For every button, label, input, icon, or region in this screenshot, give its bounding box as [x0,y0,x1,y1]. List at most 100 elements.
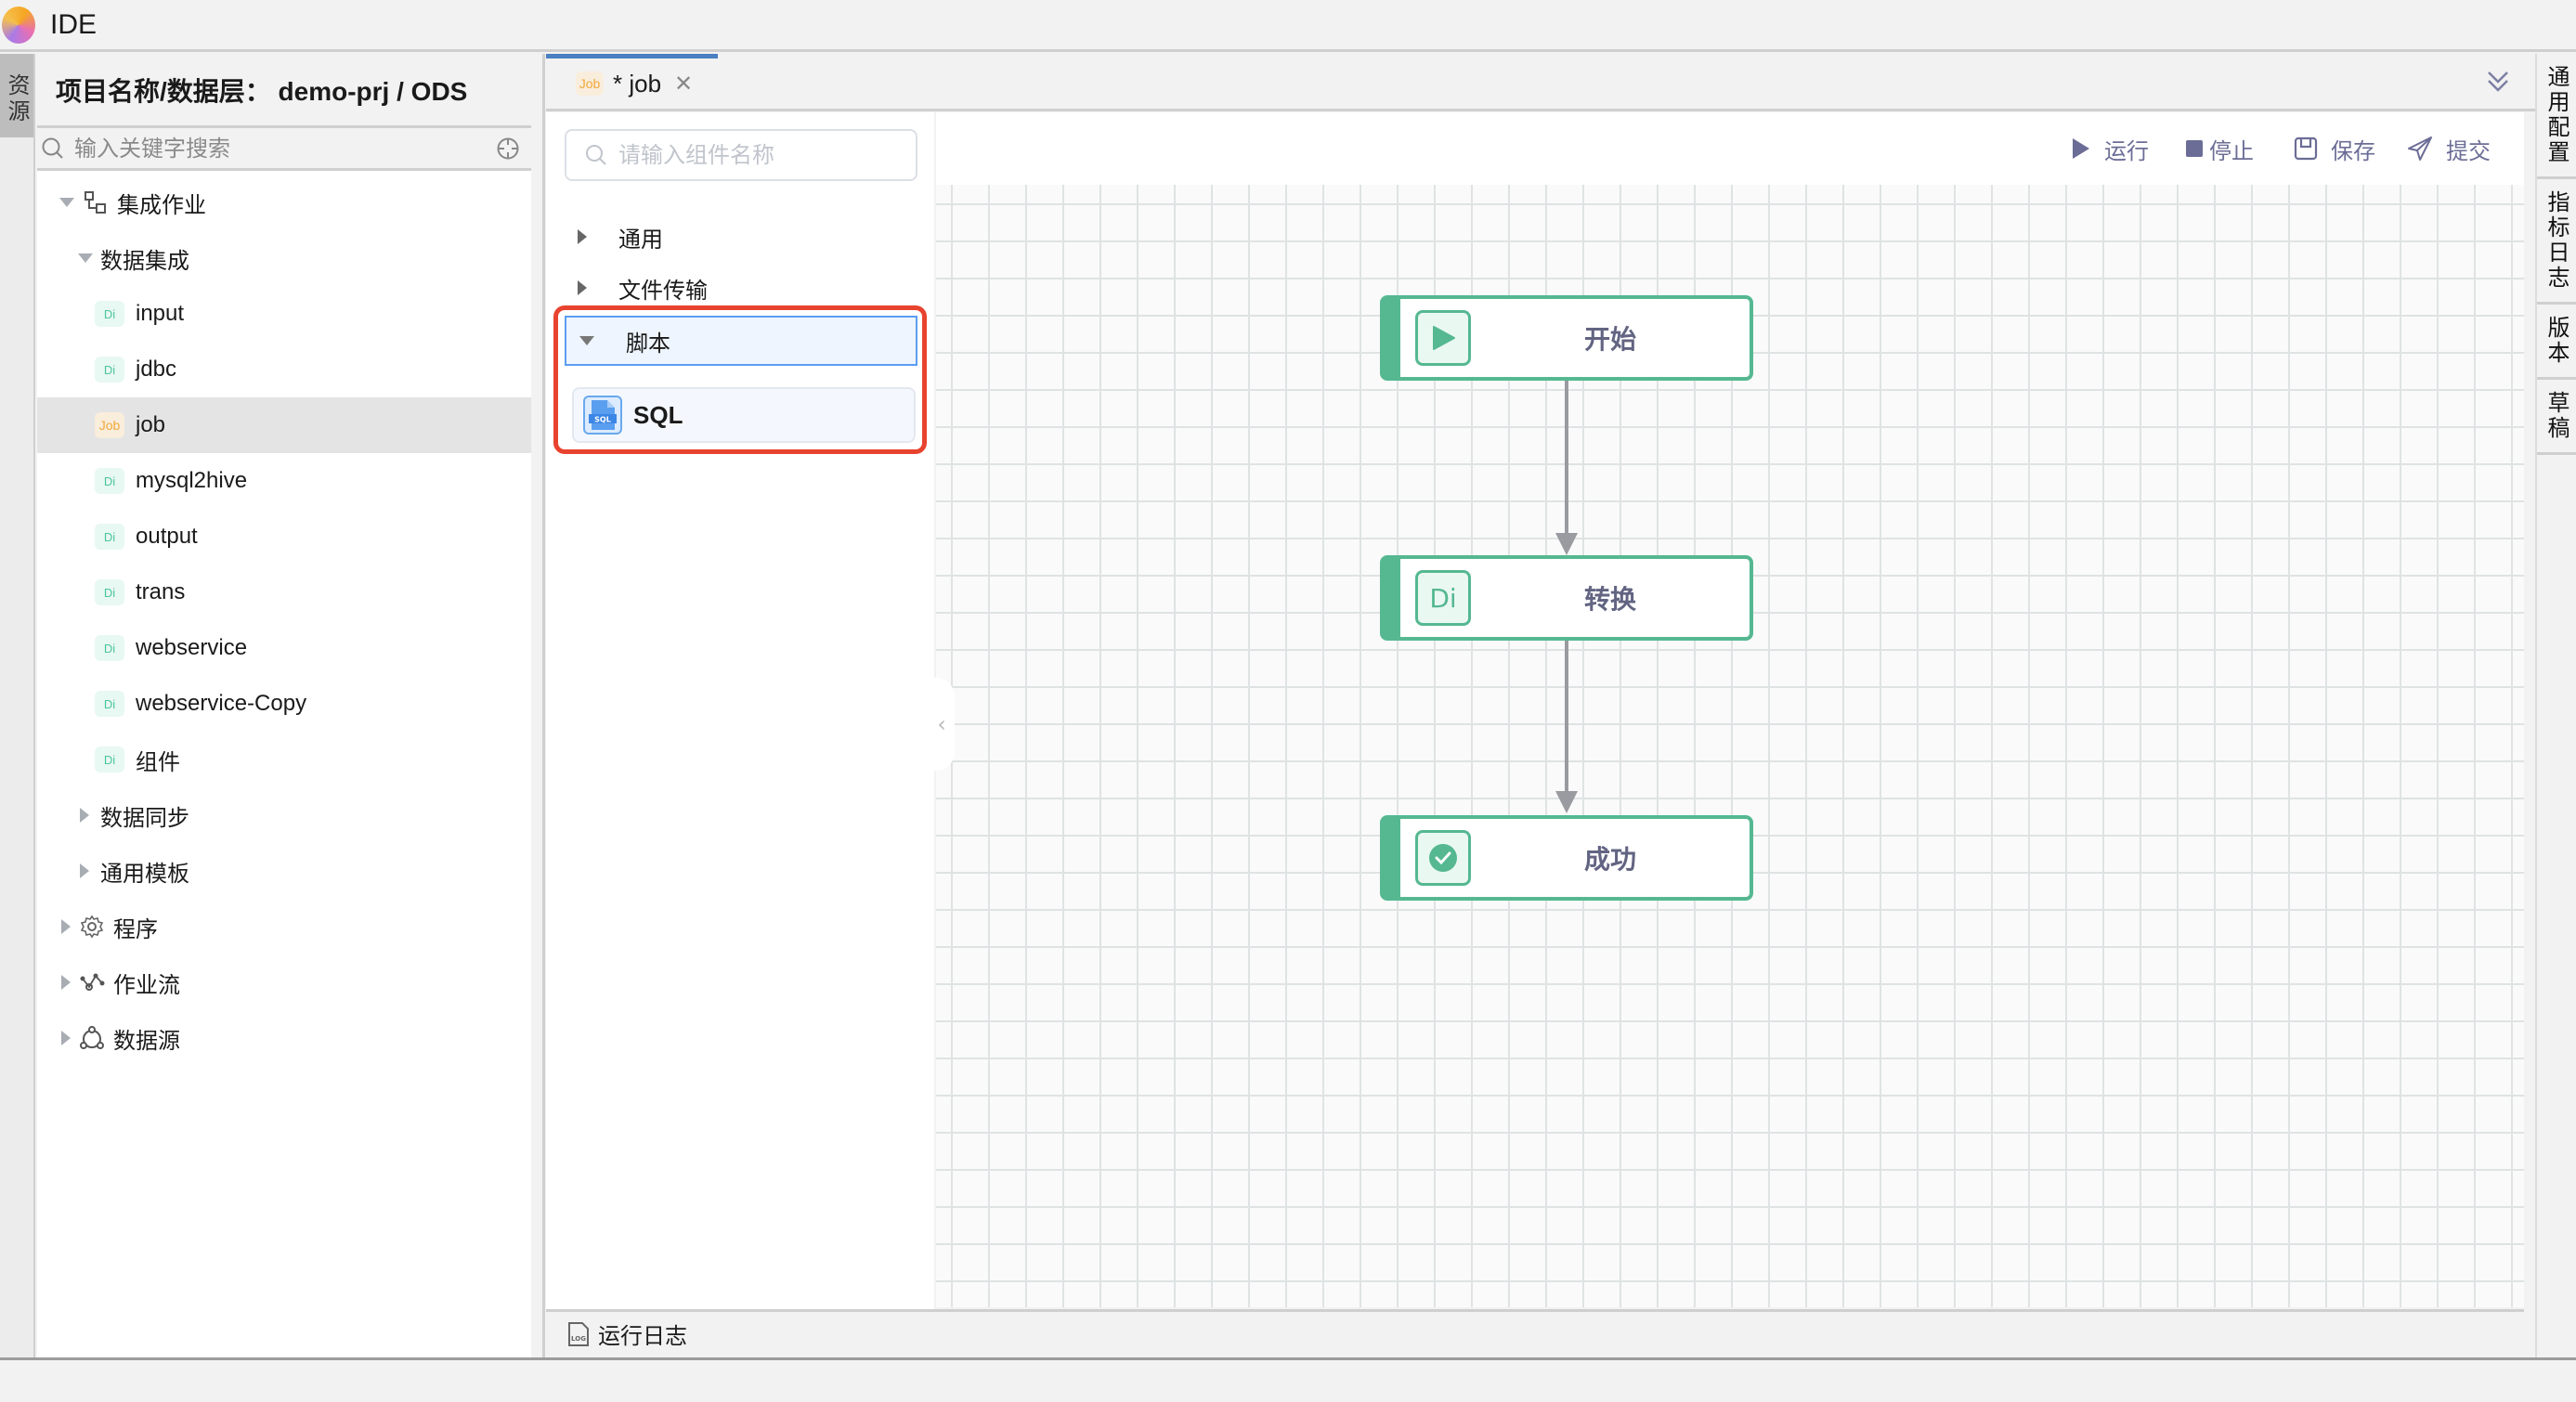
collapse-panel-handle[interactable]: ‹ [929,678,955,771]
editor-tab-bar: Job * job ✕ [546,54,2535,111]
check-circle-icon [1415,830,1471,886]
tree-item-label: 集成作业 [117,192,206,218]
tree-item-component[interactable]: Di 组件 [37,732,531,787]
node-icon-text: Di [1429,582,1457,614]
canvas-toolbar: 运行 停止 保存 提交 [936,112,2524,185]
save-label: 保存 [2331,137,2375,164]
flow-node-success[interactable]: 成功 [1380,815,1753,901]
category-script[interactable]: 脚本 [565,316,917,366]
tree-search-input[interactable] [65,135,496,162]
flow-edge[interactable] [1565,381,1568,539]
workflow-icon [78,968,106,996]
tab-resources[interactable]: 资源 [0,54,33,137]
stop-button[interactable]: 停止 [2185,133,2254,164]
component-search-input[interactable] [618,142,916,168]
category-general[interactable]: 通用 [565,212,917,262]
submit-button[interactable]: 提交 [2407,133,2491,164]
job-badge-icon: Job [95,412,124,438]
flow-edge[interactable] [1565,641,1568,797]
tree-item-integration-jobs[interactable]: 集成作业 [37,175,531,230]
tree-item-label: webservice-Copy [136,691,307,716]
tab-version[interactable]: 版本 [2537,305,2576,380]
caret-right-icon[interactable] [80,863,89,878]
tree-item-jdbc[interactable]: Di jdbc [37,342,531,397]
tree-item-common-templates[interactable]: 通用模板 [37,843,531,899]
node-label: 开始 [1583,324,1636,355]
caret-down-icon[interactable] [78,253,93,263]
run-log-bar[interactable]: LOG 运行日志 [546,1309,2524,1356]
play-icon [1415,310,1471,366]
tree-search-bar [37,128,531,171]
flow-node-start[interactable]: 开始 [1380,295,1753,381]
search-icon [586,145,606,165]
workspace-divider[interactable] [542,54,545,1357]
di-badge-icon: Di [95,579,124,605]
app-logo-icon [2,6,35,44]
tab-general-config[interactable]: 通用配置 [2537,54,2576,179]
tree-item-label: 组件 [136,749,180,775]
caret-right-icon[interactable] [578,229,587,244]
tree-item-datasources[interactable]: 数据源 [37,1010,531,1066]
caret-down-icon[interactable] [579,336,594,345]
job-badge-icon: Job [576,71,604,96]
caret-down-icon[interactable] [59,198,74,207]
tree-item-trans[interactable]: Di trans [37,565,531,620]
send-icon [2408,136,2432,161]
integration-job-icon [82,188,110,216]
component-sql[interactable]: SQL SQL [572,387,916,443]
caret-right-icon[interactable] [61,919,71,934]
save-icon [2294,136,2318,161]
save-button[interactable]: 保存 [2294,133,2375,164]
tree-item-output[interactable]: Di output [37,509,531,565]
run-button[interactable]: 运行 [2071,133,2149,164]
di-icon: Di [1415,570,1471,626]
sql-file-icon: SQL [583,396,622,435]
tree-item-data-sync[interactable]: 数据同步 [37,787,531,843]
tree-item-data-integration[interactable]: 数据集成 [37,230,531,286]
tree-item-mysql2hive[interactable]: Di mysql2hive [37,453,531,509]
tab-job[interactable]: Job * job ✕ [576,67,693,100]
tab-draft[interactable]: 草稿 [2537,380,2576,455]
tree-item-label: 程序 [113,916,158,942]
submit-label: 提交 [2446,137,2491,164]
right-tab-strip: 通用配置 指标日志 版本 草稿 [2535,54,2576,1357]
canvas-gutter [2524,112,2535,1309]
chevron-left-icon: ‹ [937,711,946,737]
tree-item-label: 数据同步 [100,805,189,831]
node-label: 成功 [1583,844,1636,875]
left-tab-strip: 资源 [0,54,35,1357]
di-badge-icon: Di [95,301,124,327]
tree-item-label: job [136,412,166,437]
tree-item-webservice[interactable]: Di webservice [37,620,531,676]
resource-tree-panel: 项目名称/数据层： demo-prj / ODS 集成作业 数据集成 Di in… [37,54,531,1357]
status-bar [0,1357,2576,1402]
arrow-down-icon [1555,533,1578,555]
caret-right-icon[interactable] [578,280,587,295]
flow-node-transform[interactable]: Di 转换 [1380,555,1753,641]
tab-metric-log[interactable]: 指标日志 [2537,179,2576,305]
sql-icon-text: SQL [594,416,611,424]
title-bar: IDE [0,0,2576,52]
tree-item-webservice-copy[interactable]: Di webservice-Copy [37,676,531,732]
app-title: IDE [50,8,98,40]
double-chevron-down-icon[interactable] [2481,65,2515,98]
caret-right-icon[interactable] [61,1031,71,1045]
tree-item-workflows[interactable]: 作业流 [37,954,531,1010]
project-header: 项目名称/数据层： demo-prj / ODS [37,54,531,128]
play-icon [2073,138,2089,159]
component-label: SQL [633,400,683,429]
tree-item-programs[interactable]: 程序 [37,899,531,954]
datasource-icon [78,1024,106,1052]
caret-right-icon[interactable] [61,975,71,990]
node-label: 转换 [1583,584,1636,615]
close-icon[interactable]: ✕ [674,71,693,97]
tree-item-job[interactable]: Job job [37,397,531,453]
tree-item-input[interactable]: Di input [37,286,531,342]
crosshair-icon[interactable] [496,136,520,161]
category-file-transfer[interactable]: 文件传输 [565,263,917,313]
di-badge-icon: Di [95,357,124,383]
category-label: 通用 [618,226,663,253]
caret-right-icon[interactable] [80,808,89,823]
component-panel: 通用 文件传输 脚本 SQL SQL [546,112,934,1309]
stop-label: 停止 [2209,137,2254,164]
